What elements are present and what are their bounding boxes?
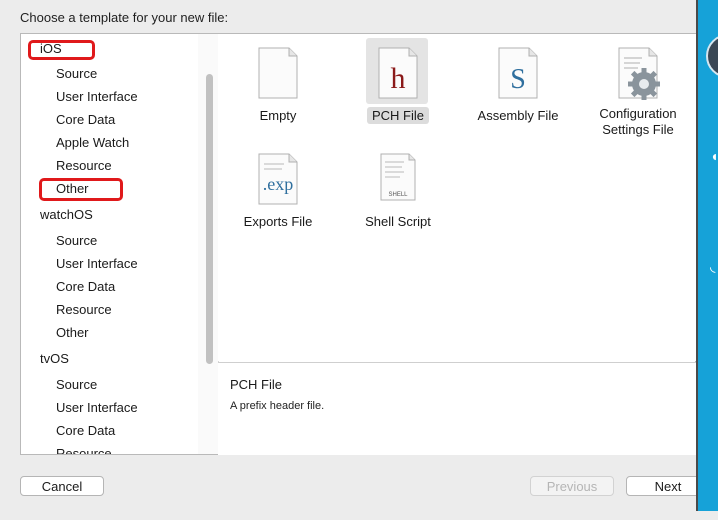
description-text: A prefix header file. (230, 400, 325, 412)
sidebar-item-ios-apple-watch[interactable]: Apple Watch (21, 133, 198, 153)
sidebar-item-watchos-other[interactable]: Other (21, 323, 198, 343)
sidebar-item-watchos-user-interface[interactable]: User Interface (21, 254, 198, 274)
shell-glyph: SHELL (388, 192, 408, 198)
template-empty[interactable]: Empty (218, 38, 338, 138)
strip-glyph-2: ◟ (710, 258, 716, 274)
platform-sidebar: iOS Source User Interface Core Data Appl… (21, 34, 199, 454)
template-label-line2: Settings File (602, 122, 674, 137)
sidebar-item-ios-core-data[interactable]: Core Data (21, 110, 198, 130)
background-window-strip: ◖ ◟ (696, 0, 718, 520)
sidebar-group-watchos[interactable]: watchOS (21, 205, 198, 225)
sidebar-item-tvos-source[interactable]: Source (21, 375, 198, 395)
gear-settings-icon (618, 47, 660, 100)
sidebar-group-tvos[interactable]: tvOS (21, 349, 198, 369)
sidebar-item-tvos-user-interface[interactable]: User Interface (21, 398, 198, 418)
template-label-line1: Configuration (599, 106, 677, 121)
description-title: PCH File (230, 377, 283, 392)
template-chooser-panel: iOS Source User Interface Core Data Appl… (20, 33, 696, 455)
cancel-button[interactable]: Cancel (20, 476, 104, 496)
sidebar-item-ios-resource[interactable]: Resource (21, 156, 198, 176)
exports-file-icon: .exp (258, 153, 298, 205)
sidebar-item-tvos-core-data[interactable]: Core Data (21, 421, 198, 441)
pch-glyph: h (391, 62, 406, 95)
template-label: Exports File (243, 214, 313, 229)
assembly-glyph: S (510, 64, 526, 95)
sidebar-item-tvos-resource[interactable]: Resource (21, 444, 198, 454)
strip-divider (696, 0, 698, 520)
exports-glyph: .exp (263, 174, 294, 194)
template-shell-script[interactable]: SHELL Shell Script (338, 144, 458, 244)
template-description-area: PCH File A prefix header file. (218, 362, 696, 455)
pch-header-icon: h (378, 47, 418, 99)
sidebar-item-ios-user-interface[interactable]: User Interface (21, 87, 198, 107)
previous-button[interactable]: Previous (530, 476, 614, 496)
template-configuration-settings-file[interactable]: Configuration Settings File (578, 38, 698, 138)
sheet-prompt: Choose a template for your new file: (20, 10, 229, 25)
sidebar-item-watchos-source[interactable]: Source (21, 231, 198, 251)
template-label: Empty (259, 108, 297, 123)
annotation-highlight-other (39, 178, 123, 201)
template-grid: Empty h PCH File S Assembly File Configu… (218, 34, 696, 361)
shell-script-icon: SHELL (380, 153, 416, 201)
template-pch-file[interactable]: h PCH File (338, 38, 458, 138)
sidebar-item-ios-source[interactable]: Source (21, 64, 198, 84)
sidebar-item-watchos-core-data[interactable]: Core Data (21, 277, 198, 297)
strip-glyph-1: ◖ (710, 148, 718, 164)
new-file-sheet: Choose a template for your new file: iOS… (0, 0, 710, 520)
blank-document-icon (258, 47, 298, 99)
template-exports-file[interactable]: .exp Exports File (218, 144, 338, 244)
template-label: Assembly File (477, 108, 559, 123)
template-assembly-file[interactable]: S Assembly File (458, 38, 578, 138)
annotation-highlight-ios (28, 40, 95, 60)
sidebar-item-watchos-resource[interactable]: Resource (21, 300, 198, 320)
assembly-file-icon: S (498, 47, 538, 99)
template-label: PCH File (366, 107, 429, 124)
avatar (706, 34, 718, 78)
template-label: Shell Script (365, 214, 431, 229)
bottom-edge (0, 511, 718, 520)
